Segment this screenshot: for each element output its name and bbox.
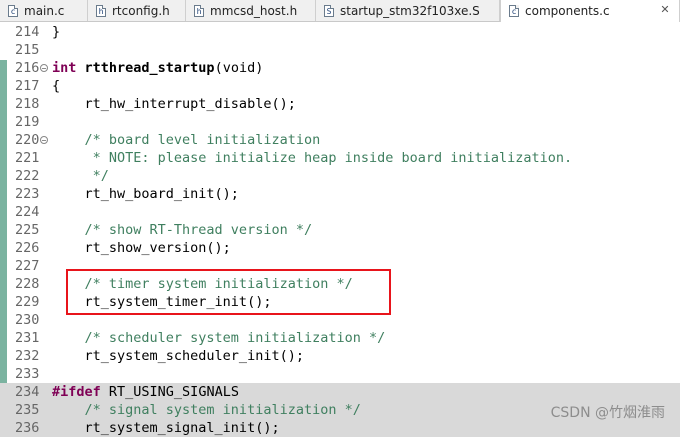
code-token: rt_show_version();	[52, 240, 231, 256]
tab-mmcsd-host-h[interactable]: h mmcsd_host.h	[186, 0, 316, 21]
fold-toggle-icon[interactable]: −	[40, 64, 48, 73]
tab-rtconfig-h[interactable]: h rtconfig.h	[88, 0, 186, 21]
line-number: 236	[15, 420, 40, 436]
code-text: rt_hw_board_init();	[52, 185, 239, 203]
code-text: {	[52, 77, 60, 95]
comment: * NOTE: please initialize heap inside bo…	[52, 150, 573, 166]
code-text: }	[52, 23, 60, 41]
line-number: 218	[15, 96, 40, 112]
code-line[interactable]: 233	[0, 365, 680, 383]
line-number: 216	[15, 60, 40, 76]
code-token: }	[52, 24, 61, 40]
code-line[interactable]: 226 rt_show_version();	[0, 239, 680, 257]
code-text: /* show RT-Thread version */	[52, 221, 313, 239]
comment: /* board level initialization	[52, 132, 321, 148]
code-line[interactable]: 222 */	[0, 167, 680, 185]
tab-label: components.c	[525, 4, 610, 18]
line-number: 228	[15, 276, 40, 292]
code-text: /* board level initialization	[52, 131, 321, 149]
code-text: rt_system_scheduler_init();	[52, 347, 304, 365]
code-text: rt_hw_interrupt_disable();	[52, 95, 296, 113]
editor-tab-bar: c main.c h rtconfig.h h mmcsd_host.h S s…	[0, 0, 680, 22]
keyword: #ifdef	[52, 384, 101, 400]
code-line[interactable]: 220− /* board level initialization	[0, 131, 680, 149]
tab-label: mmcsd_host.h	[210, 3, 298, 18]
comment: */	[52, 168, 109, 184]
code-line[interactable]: 214}	[0, 23, 680, 41]
code-editor[interactable]: 214} 215 216− int rtthread_startup(void) 217…	[0, 22, 680, 437]
code-token: (void)	[214, 60, 264, 76]
line-number: 214	[15, 24, 40, 40]
code-text: /* signal system initialization */	[52, 401, 361, 419]
line-number: 233	[15, 366, 40, 382]
line-number: 235	[15, 402, 40, 418]
fold-toggle-icon[interactable]: −	[40, 136, 48, 145]
code-line[interactable]: 223 rt_hw_board_init();	[0, 185, 680, 203]
code-token: rtthread_startup	[84, 60, 215, 76]
line-number: 226	[15, 240, 40, 256]
line-number: 231	[15, 330, 40, 346]
line-number: 229	[15, 294, 40, 310]
h-file-icon: h	[96, 4, 106, 17]
line-number: 222	[15, 168, 40, 184]
comment: /* scheduler system initialization */	[52, 330, 386, 346]
c-file-icon: c	[8, 4, 18, 17]
code-text: int rtthread_startup(void)	[52, 59, 263, 77]
code-line[interactable]: 218 rt_hw_interrupt_disable();	[0, 95, 680, 113]
code-token: {	[52, 78, 61, 94]
code-token: rt_hw_interrupt_disable();	[52, 96, 296, 112]
h-file-icon: h	[194, 4, 204, 17]
tab-label: main.c	[24, 3, 65, 18]
code-line[interactable]: 219	[0, 113, 680, 131]
tab-main-c[interactable]: c main.c	[0, 0, 88, 21]
line-number: 230	[15, 312, 40, 328]
c-file-icon: c	[509, 5, 519, 17]
line-number: 223	[15, 186, 40, 202]
line-number: 225	[15, 222, 40, 238]
tab-label: rtconfig.h	[112, 3, 170, 18]
code-line[interactable]: 217 {	[0, 77, 680, 95]
line-number: 217	[15, 78, 40, 94]
line-number: 215	[15, 42, 40, 58]
keyword: int	[52, 60, 85, 76]
line-number: 232	[15, 348, 40, 364]
code-line[interactable]: 232 rt_system_scheduler_init();	[0, 347, 680, 365]
code-line[interactable]: 234 #ifdef RT_USING_SIGNALS	[0, 383, 680, 401]
tab-startup-s[interactable]: S startup_stm32f103xe.S	[316, 0, 500, 21]
line-number: 219	[15, 114, 40, 130]
comment: /* show RT-Thread version */	[52, 222, 313, 238]
line-number: 224	[15, 204, 40, 220]
code-line[interactable]: 224	[0, 203, 680, 221]
highlight-box	[66, 269, 391, 315]
code-text: /* scheduler system initialization */	[52, 329, 386, 347]
close-tab-icon[interactable]: ✕	[659, 3, 671, 17]
tab-label: startup_stm32f103xe.S	[340, 3, 480, 18]
code-text: * NOTE: please initialize heap inside bo…	[52, 149, 573, 167]
comment: /* signal system initialization */	[52, 402, 361, 418]
code-text: rt_show_version();	[52, 239, 231, 257]
code-line[interactable]: 215	[0, 41, 680, 59]
code-text: */	[52, 167, 109, 185]
watermark: CSDN @竹烟淮雨	[550, 405, 665, 421]
code-text: rt_system_signal_init();	[52, 419, 280, 437]
code-token: rt_hw_board_init();	[52, 186, 239, 202]
code-line[interactable]: 216− int rtthread_startup(void)	[0, 59, 680, 77]
code-line[interactable]: 221 * NOTE: please initialize heap insid…	[0, 149, 680, 167]
line-number: 227	[15, 258, 40, 274]
code-token: rt_system_signal_init();	[52, 420, 280, 436]
code-token: RT_USING_SIGNALS	[100, 384, 239, 400]
code-token: rt_system_scheduler_init();	[52, 348, 304, 364]
asm-file-icon: S	[324, 4, 334, 17]
code-line[interactable]: 225 /* show RT-Thread version */	[0, 221, 680, 239]
line-number: 221	[15, 150, 40, 166]
code-text: #ifdef RT_USING_SIGNALS	[52, 383, 239, 401]
code-line[interactable]: 231 /* scheduler system initialization *…	[0, 329, 680, 347]
line-number: 234	[15, 384, 40, 400]
line-number: 220	[15, 132, 40, 148]
tab-components-c[interactable]: c components.c ✕	[500, 0, 680, 22]
